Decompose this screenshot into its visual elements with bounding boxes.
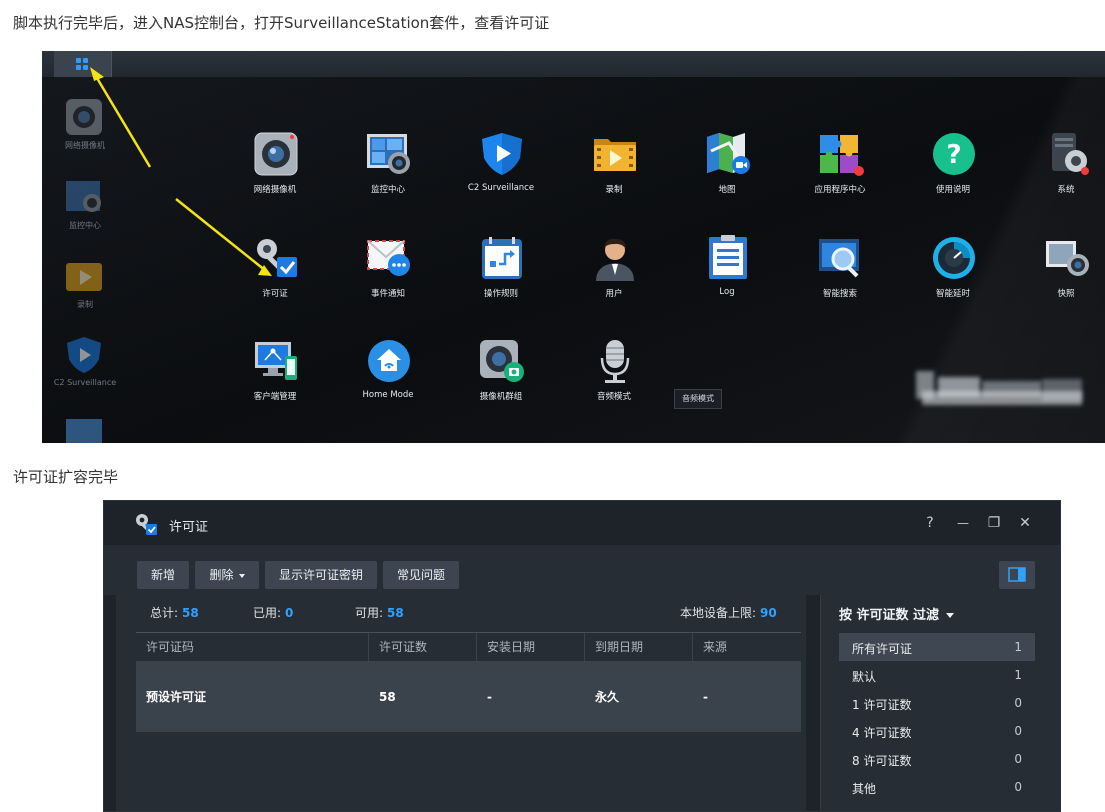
column-header-license-code[interactable]: 许可证码 — [136, 633, 369, 661]
column-header-expiry-date[interactable]: 到期日期 — [585, 633, 693, 661]
column-header-install-date[interactable]: 安装日期 — [477, 633, 585, 661]
filter-item-all[interactable]: 所有许可证 1 — [839, 633, 1035, 661]
minimize-button[interactable]: — — [953, 513, 973, 533]
stat-used-value: 0 — [285, 606, 294, 620]
toolbar: 新增 删除 显示许可证密钥 常见问题 — [104, 545, 1060, 595]
annotation-arrows — [90, 67, 272, 276]
faq-button[interactable]: 常见问题 — [383, 561, 459, 589]
cell-source: - — [703, 690, 708, 704]
close-button[interactable]: ✕ — [1015, 513, 1035, 533]
show-license-key-button[interactable]: 显示许可证密钥 — [265, 561, 377, 589]
filter-panel: 按 许可证数 过滤 所有许可证 1 默认 1 1 许可证数 0 4 许可证数 0 8 许… — [820, 595, 1060, 811]
stat-used: 已用: 0 — [253, 606, 294, 620]
cell-install-date: - — [487, 690, 492, 704]
filter-dropdown[interactable]: 按 许可证数 过滤 — [839, 604, 955, 623]
stat-total-value: 58 — [182, 606, 199, 620]
panel-toggle-button[interactable] — [999, 561, 1035, 589]
delete-button-label: 删除 — [209, 568, 234, 582]
filter-item-other[interactable]: 其他 0 — [839, 773, 1035, 801]
cell-license-code: 预设许可证 — [146, 690, 207, 704]
stat-available-value: 58 — [387, 606, 404, 620]
cell-expiry-date: 永久 — [595, 690, 620, 704]
stat-device-limit: 本地设备上限: 90 — [680, 606, 777, 620]
window-titlebar[interactable]: 许可证 ? — ❐ ✕ — [104, 501, 1060, 545]
filter-item-1[interactable]: 1 许可证数 0 — [839, 689, 1035, 717]
window-title: 许可证 — [169, 520, 209, 535]
table-header: 许可证码 许可证数 安装日期 到期日期 来源 — [136, 632, 801, 662]
stat-device-limit-value: 90 — [760, 606, 777, 620]
step-caption-2: 许可证扩容完毕 — [13, 468, 119, 486]
help-button[interactable]: ? — [920, 513, 940, 533]
step-caption-1: 脚本执行完毕后，进入NAS控制台，打开SurveillanceStation套件… — [13, 14, 550, 32]
license-list-panel: 总计: 58 已用: 0 可用: 58 本地设备上限: 90 许可证码 许可证数 安装日… — [116, 595, 806, 811]
maximize-button[interactable]: ❐ — [984, 513, 1004, 533]
cell-license-count: 58 — [379, 690, 396, 704]
table-row[interactable]: 预设许可证 58 - 永久 - — [136, 662, 801, 732]
nas-desktop: 网络摄像机 监控中心 录制 C2 Surveillance 网络摄像机 监控中心 — [42, 51, 1105, 443]
side-panel-icon — [1008, 567, 1026, 582]
stat-total: 总计: 58 — [150, 606, 199, 620]
column-header-license-count[interactable]: 许可证数 — [369, 633, 477, 661]
chevron-down-icon — [946, 613, 955, 618]
add-button[interactable]: 新增 — [137, 561, 189, 589]
stat-available: 可用: 58 — [355, 606, 404, 620]
filter-item-4[interactable]: 4 许可证数 0 — [839, 717, 1035, 745]
filter-item-default[interactable]: 默认 1 — [839, 661, 1035, 689]
license-window: 许可证 ? — ❐ ✕ 新增 删除 显示许可证密钥 常见问题 总计: 58 已用:… — [103, 500, 1061, 812]
column-header-source[interactable]: 来源 — [693, 633, 801, 661]
delete-button[interactable]: 删除 — [195, 561, 259, 589]
filter-item-8[interactable]: 8 许可证数 0 — [839, 745, 1035, 773]
chevron-down-icon — [238, 573, 245, 578]
license-key-icon — [136, 514, 157, 535]
